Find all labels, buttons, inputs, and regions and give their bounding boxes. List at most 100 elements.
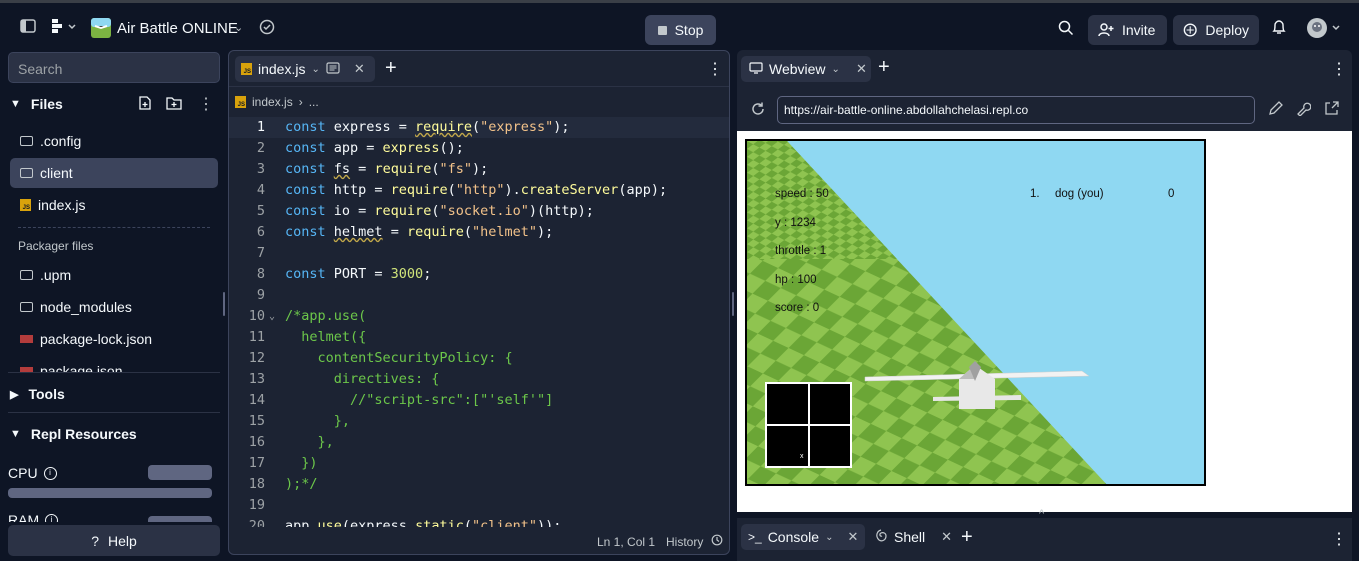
history-button[interactable]: History (666, 535, 703, 549)
file-list-clip: package.json (0, 356, 226, 372)
code-text: const http = require("http").createServe… (285, 182, 668, 198)
tab-label: Webview (769, 61, 826, 77)
close-icon[interactable]: ✕ (354, 61, 365, 77)
deploy-icon (1183, 23, 1197, 37)
chevron-down-icon: ▼ (10, 428, 21, 440)
stop-button[interactable]: Stop (645, 15, 716, 45)
minimap-player-marker: x (800, 453, 804, 460)
pencil-icon[interactable] (1268, 101, 1283, 121)
hud-score: score : 0 (775, 302, 820, 314)
cursor-position[interactable]: Ln 1, Col 1 (597, 535, 655, 549)
minimap: x (765, 382, 852, 468)
add-tab-icon[interactable]: + (385, 57, 397, 80)
file-item-index-js[interactable]: JS index.js (10, 190, 218, 220)
file-item-config[interactable]: .config (10, 126, 218, 156)
url-bar[interactable]: https://air-battle-online.abdollahchelas… (777, 96, 1255, 124)
folder-icon (20, 270, 33, 280)
more-options-icon[interactable]: ⋮ (707, 59, 723, 79)
code-line: 2 const app = express(); (229, 138, 729, 159)
file-item-upm[interactable]: .upm (10, 260, 218, 290)
sidebar-resize-handle[interactable] (223, 292, 225, 316)
reload-icon[interactable] (750, 101, 766, 122)
file-item-package-lock[interactable]: package-lock.json (10, 324, 218, 354)
chevron-down-icon[interactable]: ⌄ (234, 21, 243, 34)
cpu-label: CPU i (8, 465, 57, 481)
chevron-down-icon[interactable]: ⌄ (825, 532, 833, 543)
pane-resize-handle[interactable] (732, 292, 734, 316)
webview-page: speed : 50 y : 1234 throttle : 1 hp : 10… (737, 131, 1352, 512)
breadcrumb-file[interactable]: index.js (252, 95, 293, 109)
files-section-header[interactable]: ▼ Files (10, 96, 63, 112)
line-number: 4 (256, 182, 265, 198)
add-tab-icon[interactable]: + (878, 56, 890, 79)
close-icon[interactable]: ✕ (856, 61, 867, 77)
history-icon[interactable] (711, 534, 723, 549)
deploy-button[interactable]: Deploy (1173, 15, 1259, 45)
search-input[interactable]: Search (8, 52, 220, 83)
code-line: 11 helmet({ (229, 327, 729, 348)
open-external-icon[interactable] (1324, 101, 1339, 121)
tools-section-header[interactable]: ▶ Tools (10, 386, 65, 402)
fold-chevron-icon[interactable]: ⌄ (269, 306, 275, 327)
more-options-icon[interactable]: ⋮ (1331, 59, 1347, 79)
chevron-down-icon[interactable]: ⌄ (311, 64, 319, 75)
file-outline-icon[interactable] (326, 61, 340, 77)
replit-logo-icon[interactable] (51, 18, 77, 39)
repl-thumbnail-icon[interactable] (91, 18, 111, 43)
file-item-client[interactable]: client (10, 158, 218, 188)
chevron-right-icon: ▶ (10, 388, 19, 401)
game-canvas[interactable]: speed : 50 y : 1234 throttle : 1 hp : 10… (745, 139, 1206, 486)
code-text: const app = express(); (285, 140, 464, 156)
avatar[interactable] (1306, 17, 1342, 44)
leaderboard-name: dog (you) (1055, 188, 1104, 200)
app-title[interactable]: Air Battle ONLINE (117, 20, 238, 37)
bell-icon[interactable] (1272, 19, 1286, 40)
code-line: 5 const io = require("socket.io")(http); (229, 201, 729, 222)
info-icon[interactable]: i (43, 466, 57, 480)
line-number: 16 (248, 434, 265, 450)
minimap-grid-line (767, 424, 850, 426)
file-item-node-modules[interactable]: node_modules (10, 292, 218, 322)
code-line: 13 directives: { (229, 369, 729, 390)
code-text: helmet({ (285, 329, 367, 345)
tab-webview[interactable]: Webview ⌄ ✕ (741, 56, 871, 82)
code-line: 6 const helmet = require("helmet"); (229, 222, 729, 243)
more-options-icon[interactable]: ⋮ (198, 94, 214, 114)
close-icon[interactable]: ✕ (847, 529, 858, 545)
leaderboard-score: 0 (1168, 188, 1175, 200)
code-line: 8 const PORT = 3000; (229, 264, 729, 285)
line-number: 3 (256, 161, 265, 177)
file-name: .config (40, 133, 82, 149)
new-folder-icon[interactable] (166, 96, 182, 115)
breadcrumb-more[interactable]: ... (309, 95, 319, 109)
more-options-icon[interactable]: ⋮ (1331, 529, 1347, 549)
tab-index-js[interactable]: JS index.js ⌄ ✕ (235, 56, 375, 82)
line-number: 7 (256, 245, 265, 261)
file-name: .upm (40, 267, 72, 283)
divider (8, 412, 220, 413)
invite-button[interactable]: Invite (1088, 15, 1167, 45)
wrench-icon[interactable] (1296, 101, 1312, 121)
invite-label: Invite (1122, 22, 1156, 38)
breadcrumb: JS index.js › ... (235, 95, 319, 109)
sidebar-toggle-icon[interactable] (20, 18, 36, 39)
divider (8, 372, 220, 373)
chevron-down-icon[interactable]: ⌄ (832, 64, 840, 75)
webview-tab-bar: Webview ⌄ ✕ + ⋮ (737, 50, 1352, 88)
add-tab-icon[interactable]: + (961, 526, 973, 549)
new-file-icon[interactable] (138, 96, 152, 115)
close-icon[interactable]: ✕ (941, 529, 952, 545)
line-number: 18 (248, 476, 265, 492)
file-item-package-json[interactable]: package.json (10, 356, 218, 372)
help-label: Help (108, 532, 137, 549)
tab-shell[interactable]: Shell ✕ (867, 524, 959, 550)
help-button[interactable]: ? Help (8, 525, 220, 556)
resources-section-header[interactable]: ▼ Repl Resources (10, 426, 137, 442)
code-text: app.use(express.static("client")); (285, 518, 562, 527)
code-area[interactable]: 1 const express = require("express"); 2 co… (229, 117, 729, 527)
tab-console[interactable]: >_ Console ⌄ ✕ (741, 524, 865, 550)
info-icon[interactable]: i (45, 514, 59, 522)
cloud-check-icon[interactable] (259, 19, 277, 40)
search-icon[interactable] (1058, 20, 1074, 41)
ram-value-bar (148, 516, 212, 522)
